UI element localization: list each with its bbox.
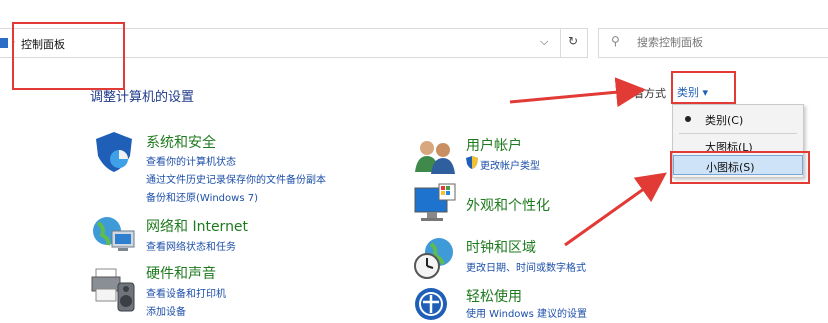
category-network-internet[interactable]: 网络和 Internet	[146, 216, 248, 236]
category-hardware-sound[interactable]: 硬件和声音	[146, 263, 216, 283]
link-backup-restore[interactable]: 备份和还原(Windows 7)	[146, 189, 258, 204]
link-file-history[interactable]: 通过文件历史记录保存你的文件备份副本	[146, 171, 326, 186]
category-appearance[interactable]: 外观和个性化	[466, 195, 550, 215]
category-system-security[interactable]: 系统和安全	[146, 132, 216, 152]
link-change-account-type[interactable]: 更改帐户类型	[480, 157, 540, 172]
appearance-monitor-icon[interactable]	[413, 182, 457, 224]
uac-shield-icon	[466, 156, 478, 169]
arrow-to-view-by	[509, 77, 646, 108]
link-add-device[interactable]: 添加设备	[146, 303, 186, 318]
link-change-date-time[interactable]: 更改日期、时间或数字格式	[466, 259, 586, 274]
printer-speaker-icon[interactable]	[90, 265, 136, 313]
link-recommended-settings[interactable]: 使用 Windows 建议的设置	[466, 305, 587, 320]
link-devices-printers[interactable]: 查看设备和打印机	[146, 285, 226, 300]
clock-globe-icon[interactable]	[413, 236, 457, 280]
category-clock-region[interactable]: 时钟和区域	[466, 237, 536, 257]
network-globe-icon[interactable]	[90, 213, 136, 255]
category-user-accounts[interactable]: 用户帐户	[466, 135, 522, 155]
category-ease-of-access[interactable]: 轻松使用	[466, 286, 522, 306]
ease-of-access-icon[interactable]	[413, 286, 449, 322]
link-view-computer-status[interactable]: 查看你的计算机状态	[146, 153, 236, 168]
arrow-to-small-icons	[564, 172, 667, 247]
link-network-status[interactable]: 查看网络状态和任务	[146, 238, 236, 253]
user-accounts-icon[interactable]	[413, 138, 457, 174]
shield-icon[interactable]	[92, 130, 136, 174]
